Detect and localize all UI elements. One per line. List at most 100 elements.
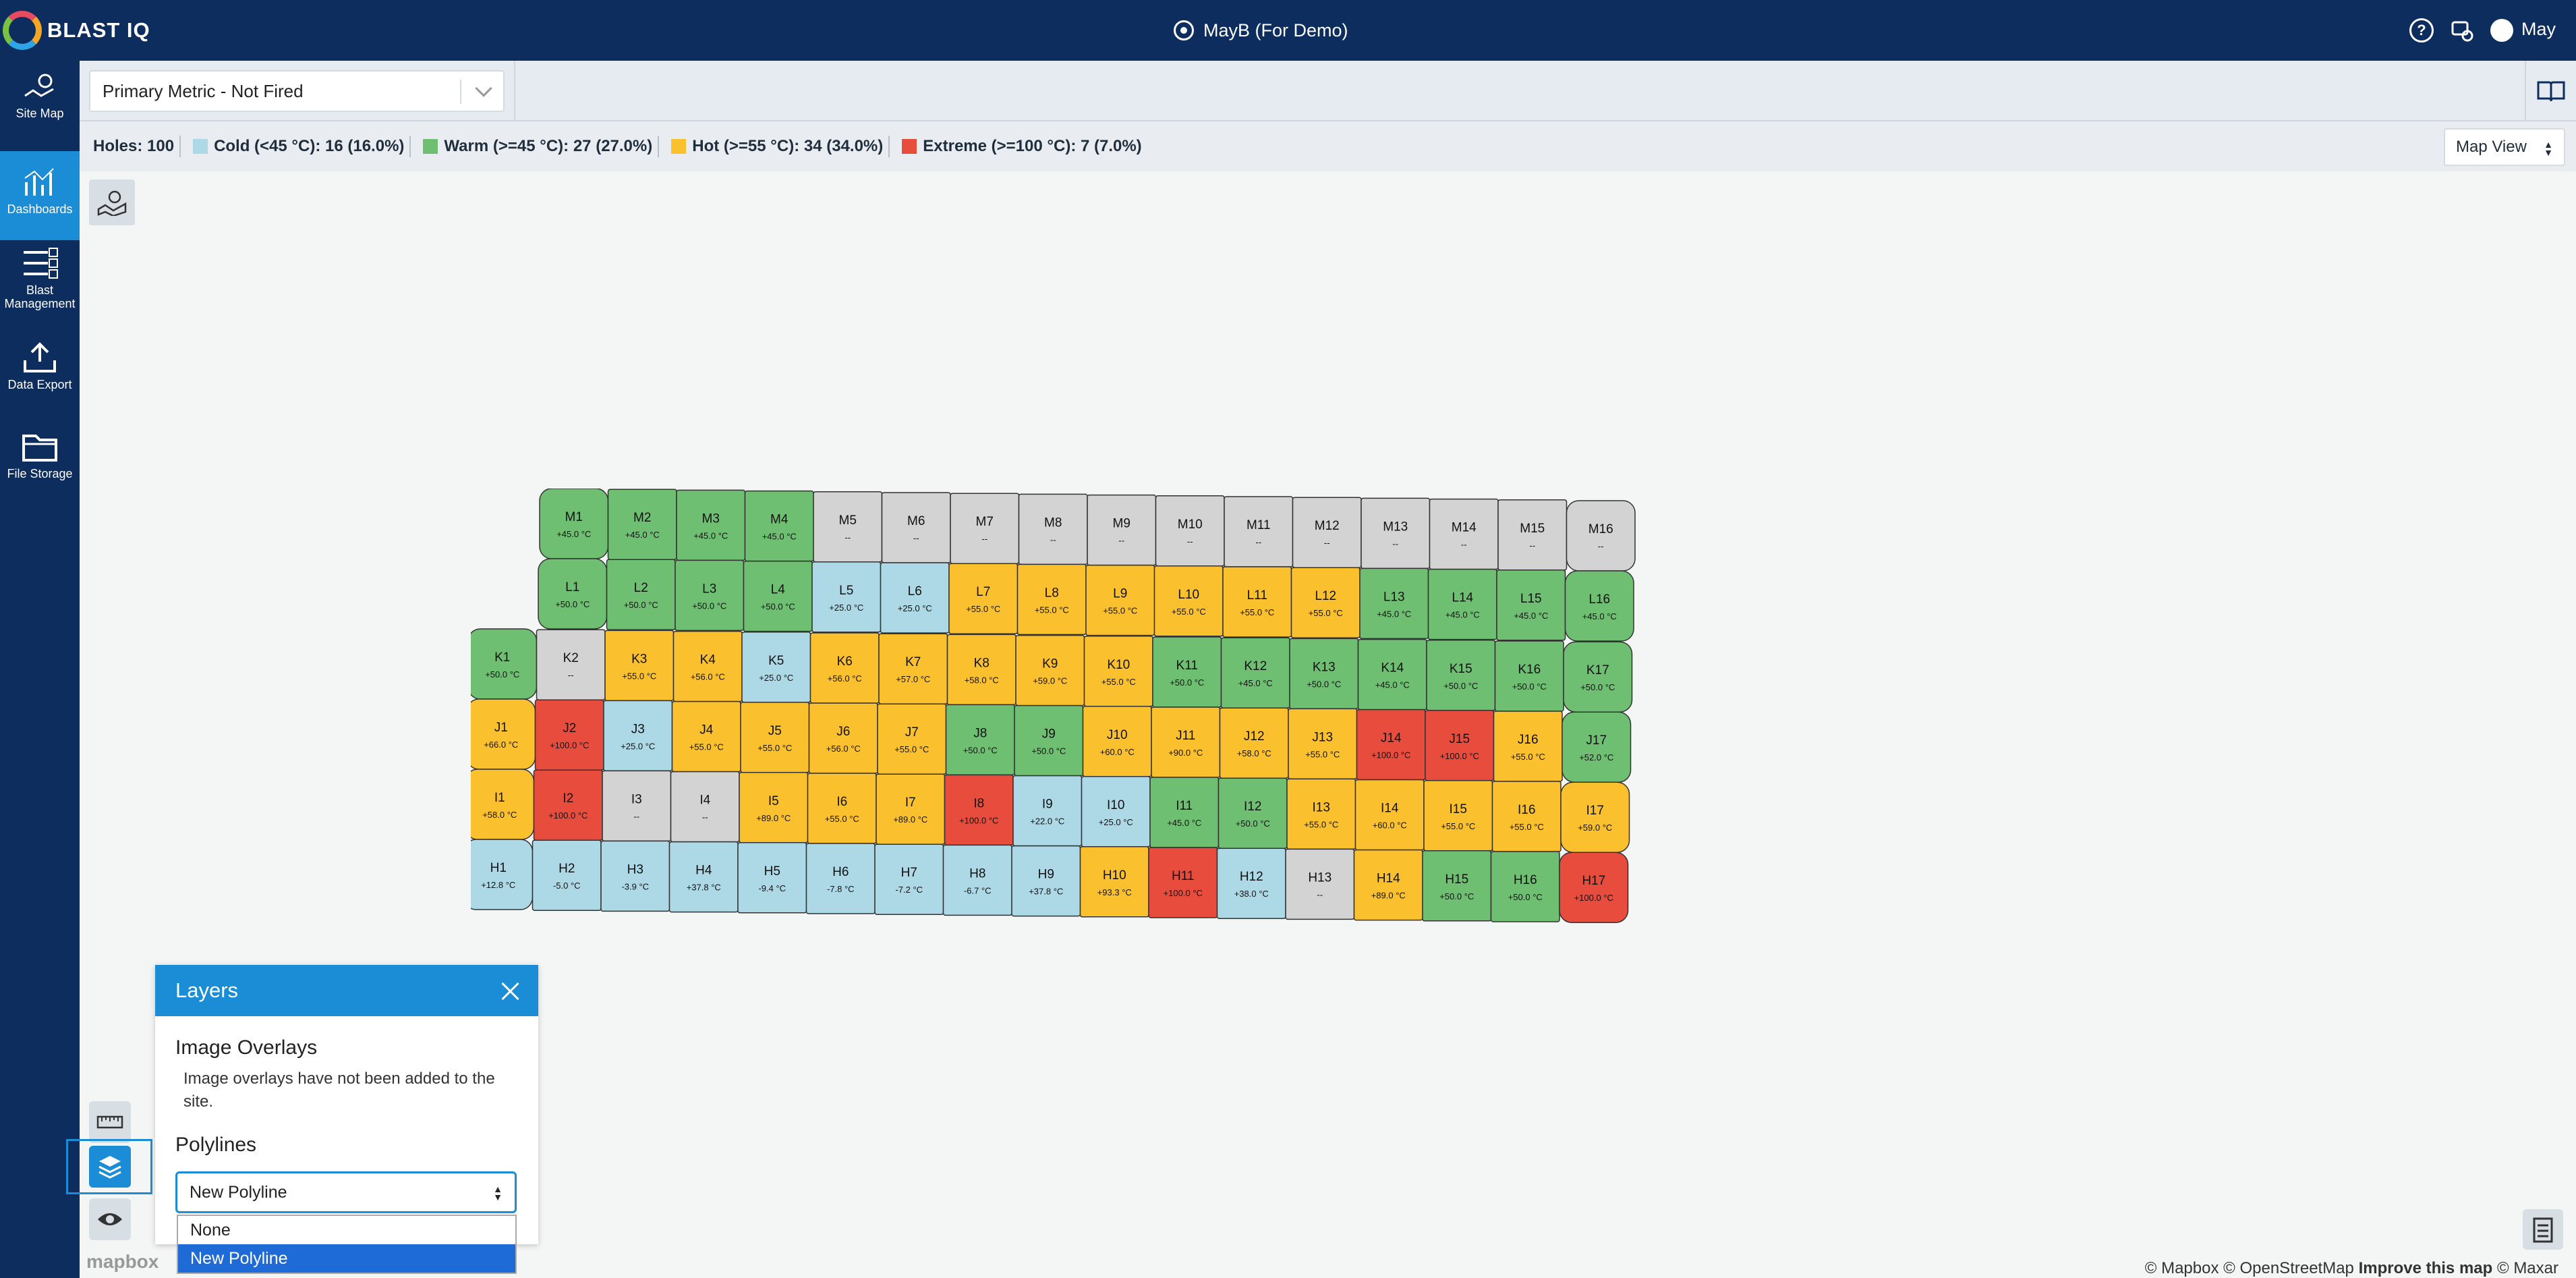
blast-hole-I11[interactable]: I11 +45.0 °C	[1149, 777, 1220, 848]
visibility-button[interactable]	[89, 1198, 131, 1240]
blast-hole-I4[interactable]: I4 --	[670, 771, 740, 843]
help-icon[interactable]: ?	[2409, 18, 2434, 43]
blast-hole-H2[interactable]: H2 -5.0 °C	[532, 839, 602, 911]
blast-hole-L1[interactable]: L1 +50.0 °C	[538, 558, 608, 630]
blast-hole-M8[interactable]: M8 --	[1018, 493, 1088, 565]
blast-hole-H6[interactable]: H6 -7.8 °C	[805, 843, 876, 914]
blast-hole-H1[interactable]: H1 +12.8 °C	[471, 839, 534, 910]
blast-hole-I9[interactable]: I9 +22.0 °C	[1012, 775, 1083, 847]
blast-hole-I10[interactable]: I10 +25.0 °C	[1081, 776, 1151, 848]
blast-hole-K10[interactable]: K10 +55.0 °C	[1083, 636, 1153, 707]
blast-hole-L15[interactable]: L15 +45.0 °C	[1496, 569, 1566, 641]
blast-hole-J4[interactable]: J4 +55.0 °C	[671, 700, 741, 773]
blast-hole-I7[interactable]: I7 +89.0 °C	[876, 773, 946, 845]
blast-hole-H15[interactable]: H15 +50.0 °C	[1422, 850, 1492, 922]
blast-hole-H11[interactable]: H11 +100.0 °C	[1148, 847, 1218, 918]
support-icon[interactable]	[2450, 18, 2474, 43]
blast-hole-H7[interactable]: H7 -7.2 °C	[874, 843, 944, 915]
blast-hole-J5[interactable]: J5 +55.0 °C	[740, 702, 810, 773]
blast-hole-K7[interactable]: K7 +57.0 °C	[878, 633, 948, 704]
blast-hole-M16[interactable]: M16 --	[1566, 500, 1636, 572]
blast-hole-M9[interactable]: M9 --	[1087, 494, 1157, 566]
blast-hole-M10[interactable]: M10 --	[1155, 495, 1225, 567]
blast-hole-K2[interactable]: K2 --	[536, 629, 606, 700]
blast-hole-I6[interactable]: I6 +55.0 °C	[807, 773, 877, 844]
blast-hole-H17[interactable]: H17 +100.0 °C	[1559, 852, 1629, 923]
blast-hole-K15[interactable]: K15 +50.0 °C	[1426, 640, 1496, 711]
blast-hole-I1[interactable]: I1 +58.0 °C	[471, 769, 535, 840]
improve-map-link[interactable]: Improve this map	[2359, 1259, 2493, 1277]
blast-hole-H3[interactable]: H3 -3.9 °C	[600, 840, 670, 912]
blast-hole-M3[interactable]: M3 +45.0 °C	[676, 489, 746, 561]
blast-hole-I15[interactable]: I15 +55.0 °C	[1423, 780, 1493, 852]
blast-hole-J16[interactable]: J16 +55.0 °C	[1493, 711, 1563, 782]
blast-hole-H9[interactable]: H9 +37.8 °C	[1011, 845, 1081, 917]
blast-hole-M4[interactable]: M4 +45.0 °C	[744, 490, 814, 562]
blast-hole-K8[interactable]: K8 +58.0 °C	[946, 634, 1017, 706]
blast-hole-L14[interactable]: L14 +45.0 °C	[1427, 568, 1497, 640]
blast-hole-J3[interactable]: J3 +25.0 °C	[603, 700, 673, 772]
guide-button[interactable]	[2525, 61, 2576, 121]
blast-hole-J14[interactable]: J14 +100.0 °C	[1356, 709, 1426, 781]
sidebar-item-dashboards[interactable]: Dashboards	[0, 151, 80, 240]
blast-hole-H16[interactable]: H16 +50.0 °C	[1490, 851, 1560, 922]
brand-logo[interactable]: BLAST IQ	[3, 8, 150, 53]
mapbox-logo[interactable]: mapbox	[86, 1251, 159, 1273]
sidebar-item-file-storage[interactable]: File Storage	[0, 430, 80, 505]
blast-hole-K6[interactable]: K6 +56.0 °C	[809, 632, 880, 704]
blast-hole-H5[interactable]: H5 -9.4 °C	[737, 842, 807, 914]
sidebar-item-site-map[interactable]: Site Map	[0, 70, 80, 144]
blast-hole-J11[interactable]: J11 +90.0 °C	[1151, 706, 1221, 778]
metric-select[interactable]: Primary Metric - Not Fired	[89, 70, 505, 112]
blast-hole-M12[interactable]: M12 --	[1292, 497, 1362, 568]
blast-hole-M1[interactable]: M1 +45.0 °C	[539, 489, 609, 559]
blast-hole-M14[interactable]: M14 --	[1429, 498, 1499, 570]
blast-hole-M15[interactable]: M15 --	[1497, 499, 1568, 571]
blast-hole-L5[interactable]: L5 +25.0 °C	[811, 561, 882, 633]
blast-hole-J13[interactable]: J13 +55.0 °C	[1288, 708, 1358, 780]
blast-hole-J12[interactable]: J12 +58.0 °C	[1219, 707, 1289, 779]
blast-hole-I17[interactable]: I17 +59.0 °C	[1560, 781, 1630, 853]
blast-hole-K14[interactable]: K14 +45.0 °C	[1357, 638, 1427, 711]
blast-hole-K13[interactable]: K13 +50.0 °C	[1289, 638, 1359, 710]
blast-hole-M11[interactable]: M11 --	[1224, 496, 1294, 567]
ruler-button[interactable]	[89, 1101, 131, 1143]
blast-hole-H10[interactable]: H10 +93.3 °C	[1079, 846, 1149, 918]
polyline-option-none[interactable]: None	[178, 1216, 515, 1244]
map-style-button[interactable]	[89, 179, 135, 225]
blast-hole-H13[interactable]: H13 --	[1285, 848, 1355, 920]
blast-hole-L9[interactable]: L9 +55.0 °C	[1085, 564, 1155, 636]
blast-hole-I16[interactable]: I16 +55.0 °C	[1491, 781, 1562, 852]
blast-hole-J2[interactable]: J2 +100.0 °C	[534, 699, 604, 771]
blast-hole-J1[interactable]: J1 +66.0 °C	[471, 698, 536, 770]
blast-hole-L3[interactable]: L3 +50.0 °C	[675, 559, 745, 632]
blast-hole-J17[interactable]: J17 +52.0 °C	[1562, 711, 1632, 783]
polyline-select[interactable]: New Polyline ▲ ▼	[175, 1171, 517, 1213]
blast-hole-H8[interactable]: H8 -6.7 °C	[942, 844, 1012, 916]
blast-hole-J9[interactable]: J9 +50.0 °C	[1014, 704, 1084, 777]
blast-hole-H12[interactable]: H12 +38.0 °C	[1216, 848, 1286, 919]
blast-hole-K9[interactable]: K9 +59.0 °C	[1015, 634, 1085, 706]
blast-hole-L13[interactable]: L13 +45.0 °C	[1359, 567, 1429, 640]
blast-hole-J15[interactable]: J15 +100.0 °C	[1425, 710, 1495, 781]
blast-hole-K3[interactable]: K3 +55.0 °C	[604, 630, 675, 702]
blast-hole-K17[interactable]: K17 +50.0 °C	[1563, 641, 1633, 713]
blast-hole-I13[interactable]: I13 +55.0 °C	[1286, 778, 1356, 850]
blast-hole-K1[interactable]: K1 +50.0 °C	[471, 628, 538, 700]
blast-hole-I2[interactable]: I2 +100.0 °C	[533, 769, 603, 841]
blast-hole-L16[interactable]: L16 +45.0 °C	[1564, 570, 1634, 642]
blast-hole-M5[interactable]: M5 --	[813, 491, 883, 563]
blast-hole-K5[interactable]: K5 +25.0 °C	[741, 632, 811, 703]
blast-hole-L8[interactable]: L8 +55.0 °C	[1017, 563, 1087, 636]
view-select[interactable]: Map View ▲ ▼	[2444, 128, 2565, 166]
blast-hole-L2[interactable]: L2 +50.0 °C	[606, 559, 676, 630]
user-menu[interactable]: May	[2490, 19, 2556, 42]
blast-hole-K16[interactable]: K16 +50.0 °C	[1494, 640, 1564, 712]
blast-hole-L7[interactable]: L7 +55.0 °C	[948, 563, 1019, 634]
blast-hole-J7[interactable]: J7 +55.0 °C	[877, 703, 947, 775]
blast-hole-I14[interactable]: I14 +60.0 °C	[1354, 779, 1425, 851]
close-icon[interactable]	[499, 980, 521, 1001]
blast-hole-I12[interactable]: I12 +50.0 °C	[1218, 777, 1288, 849]
blast-hole-M2[interactable]: M2 +45.0 °C	[607, 489, 677, 560]
blast-hole-K11[interactable]: K11 +50.0 °C	[1152, 636, 1222, 708]
